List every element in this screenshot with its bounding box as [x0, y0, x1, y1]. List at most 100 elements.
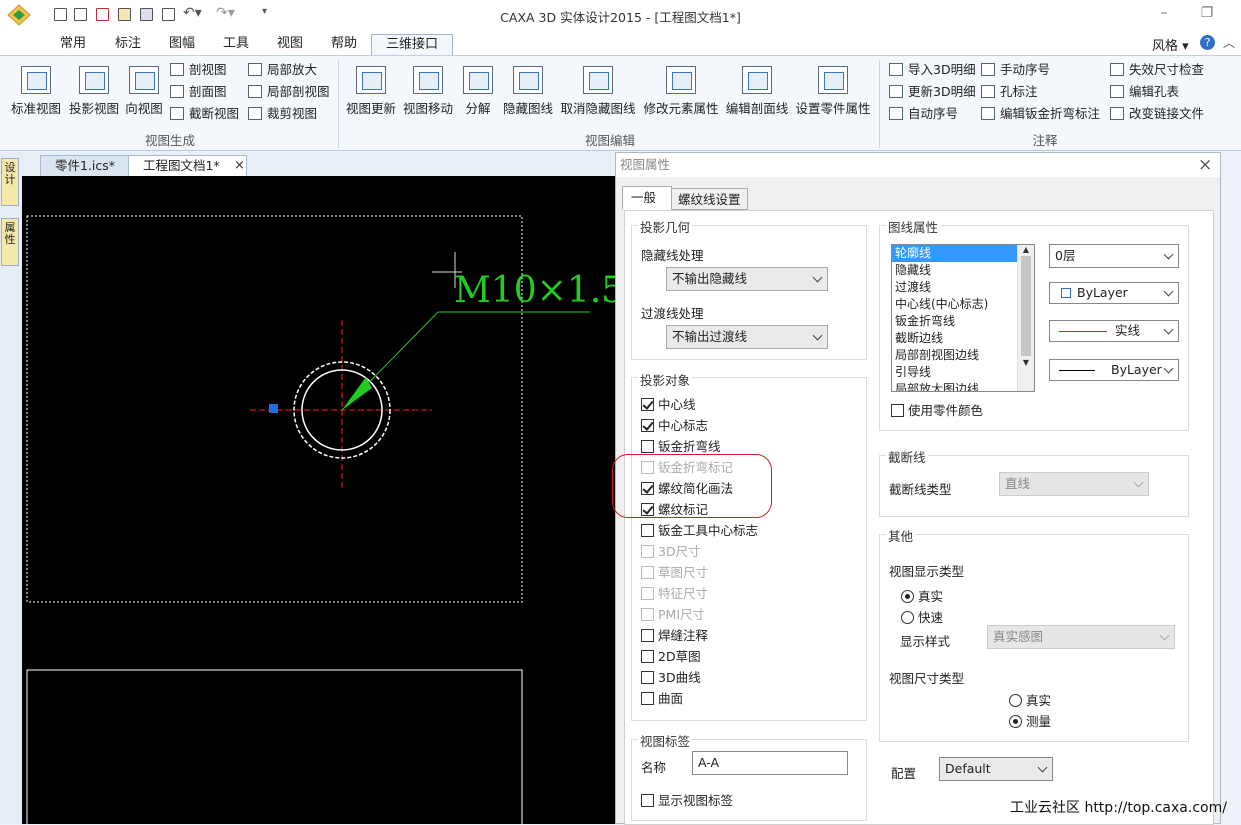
radio-display-real[interactable]: 真实 [901, 587, 943, 607]
direction-view-button[interactable]: 向视图 [122, 62, 166, 122]
restore-button[interactable]: ❐ [1196, 4, 1218, 22]
doc-tab-drawing[interactable]: 工程图文档1* [128, 155, 247, 176]
view-name-input[interactable]: A-A [692, 751, 848, 775]
ribbon-collapse-icon[interactable]: ︿ [1223, 34, 1235, 51]
modify-element-button[interactable]: 修改元素属性 [640, 62, 722, 122]
unhide-lines-button[interactable]: 取消隐藏图线 [557, 62, 639, 122]
checkbox-feature-dim: 特征尺寸 [641, 584, 861, 604]
radio-dim-measure[interactable]: 测量 [1009, 712, 1051, 732]
broken-view-button[interactable]: 截断视图 [170, 104, 239, 124]
line-type-list[interactable]: 轮廓线 隐藏线 过渡线 中心线(中心标志) 钣金折弯线 截断边线 局部剖视图边线… [891, 244, 1035, 392]
edit-bend-annotation-button[interactable]: 编辑钣金折弯标注 [981, 104, 1100, 124]
checkbox-center-mark[interactable]: 中心标志 [641, 416, 861, 436]
detail-view-button[interactable]: 局部放大 [248, 60, 317, 80]
layer-select[interactable]: 0层 [1049, 244, 1179, 268]
crop-view-button[interactable]: 裁剪视图 [248, 104, 317, 124]
view-name-label: 名称 [641, 760, 667, 775]
list-item[interactable]: 钣金折弯线 [892, 313, 1034, 330]
grip-point [269, 404, 278, 413]
list-scrollbar[interactable]: ▲ ▼ [1017, 245, 1034, 391]
dim-check-icon [1110, 63, 1124, 76]
lineweight-select[interactable]: ByLayer [1049, 359, 1179, 381]
scroll-thumb[interactable] [1021, 256, 1031, 356]
standard-view-button[interactable]: 标准视图 [6, 62, 66, 122]
tab-annotation[interactable]: 标注 [113, 34, 143, 55]
view-update-button[interactable]: 视图更新 [343, 62, 399, 122]
dialog-close-icon[interactable]: × [1198, 155, 1212, 175]
color-select[interactable]: ByLayer [1049, 282, 1179, 304]
radio-display-fast[interactable]: 快速 [901, 608, 943, 628]
list-item[interactable]: 隐藏线 [892, 262, 1034, 279]
minimize-button[interactable]: – [1153, 4, 1175, 22]
tab-common[interactable]: 常用 [58, 34, 88, 55]
transition-line-select[interactable]: 不输出过渡线 [666, 325, 828, 349]
edit-hatch-button[interactable]: 编辑剖面线 [722, 62, 792, 122]
checkbox-centerline[interactable]: 中心线 [641, 395, 861, 415]
linetype-select[interactable]: 实线 [1049, 320, 1179, 342]
list-item[interactable]: 中心线(中心标志) [892, 296, 1034, 313]
change-link-file-button[interactable]: 改变链接文件 [1110, 104, 1204, 124]
drawing-canvas[interactable]: M10×1.5 [22, 176, 622, 824]
checkbox-surface[interactable]: 曲面 [641, 689, 861, 709]
scroll-up-icon[interactable]: ▲ [1018, 245, 1034, 254]
projection-view-button[interactable]: 投影视图 [66, 62, 122, 122]
ribbon-divider [879, 60, 880, 148]
scroll-down-icon[interactable]: ▼ [1018, 358, 1034, 367]
checkbox-2d-sketch[interactable]: 2D草图 [641, 647, 861, 667]
section-plane-button[interactable]: 剖面图 [170, 82, 227, 102]
explode-button[interactable]: 分解 [459, 62, 497, 122]
part-properties-button[interactable]: 设置零件属性 [792, 62, 874, 122]
close-tab-icon[interactable]: × [234, 158, 245, 173]
checkbox-weld-note[interactable]: 焊缝注释 [641, 626, 861, 646]
link-file-icon [1110, 107, 1124, 120]
update-3d-bom-button[interactable]: 更新3D明细 [889, 82, 976, 102]
view-move-button[interactable]: 视图移动 [400, 62, 456, 122]
help-icon[interactable]: ? [1200, 35, 1215, 50]
tab-3d-interface[interactable]: 三维接口 [371, 34, 454, 55]
side-tab-design[interactable]: 设计 [1, 158, 19, 206]
checkbox-use-part-color[interactable]: 使用零件颜色 [891, 401, 983, 421]
dim-type-label: 视图尺寸类型 [889, 671, 965, 686]
partial-section-button[interactable]: 局部剖视图 [248, 82, 330, 102]
projection-objects-label: 投影对象 [638, 370, 693, 389]
manual-balloon-button[interactable]: 手动序号 [981, 60, 1050, 80]
tab-view[interactable]: 视图 [275, 34, 305, 55]
tab-frame[interactable]: 图幅 [167, 34, 197, 55]
list-item[interactable]: 截断边线 [892, 330, 1034, 347]
checkbox-3d-curve[interactable]: 3D曲线 [641, 668, 861, 688]
checkbox-show-view-label[interactable]: 显示视图标签 [641, 791, 733, 811]
list-item[interactable]: 局部剖视图边线 [892, 347, 1034, 364]
hole-annotation-button[interactable]: 孔标注 [981, 82, 1038, 102]
transition-line-label: 过渡线处理 [641, 306, 704, 321]
list-item[interactable]: 局部放大图边线 [892, 381, 1034, 391]
config-select[interactable]: Default [939, 757, 1053, 781]
list-item[interactable]: 过渡线 [892, 279, 1034, 296]
list-item[interactable]: 轮廓线 [892, 245, 1034, 262]
checkbox-tool-center-mark[interactable]: 钣金工具中心标志 [641, 521, 861, 541]
tab-tools[interactable]: 工具 [221, 34, 251, 55]
list-item[interactable]: 引导线 [892, 364, 1034, 381]
direction-view-icon [129, 66, 159, 94]
import-3d-bom-button[interactable]: 导入3D明细 [889, 60, 976, 80]
part-properties-icon [818, 66, 848, 94]
doc-tab-part[interactable]: 零件1.ics* [40, 155, 131, 176]
general-panel: 投影几何 隐藏线处理 不输出隐藏线 过渡线处理 不输出过渡线 投影对象 中心线 … [612, 210, 1214, 825]
view-frame-bottom [26, 669, 523, 824]
tab-help[interactable]: 帮助 [329, 34, 359, 55]
break-line-type-label: 截断线类型 [889, 482, 952, 497]
lineweight-sample-icon [1059, 370, 1095, 371]
invalid-dim-check-button[interactable]: 失效尺寸检查 [1110, 60, 1204, 80]
edit-hole-table-button[interactable]: 编辑孔表 [1110, 82, 1179, 102]
bend-icon [981, 107, 995, 120]
dialog-title: 视图属性 [616, 153, 1220, 177]
side-tab-properties[interactable]: 属性 [1, 218, 19, 266]
radio-dim-real[interactable]: 真实 [1009, 691, 1051, 711]
hide-lines-button[interactable]: 隐藏图线 [500, 62, 556, 122]
window-title: CAXA 3D 实体设计2015 - [工程图文档1*] [500, 10, 741, 25]
tab-general-active[interactable]: 一般 [622, 186, 672, 210]
style-menu[interactable]: 风格 ▾ [1152, 35, 1189, 54]
auto-balloon-button[interactable]: 自动序号 [889, 104, 958, 124]
tab-thread-settings[interactable]: 螺纹线设置 [671, 188, 748, 210]
hidden-line-select[interactable]: 不输出隐藏线 [666, 267, 828, 291]
section-view-button[interactable]: 剖视图 [170, 60, 227, 80]
